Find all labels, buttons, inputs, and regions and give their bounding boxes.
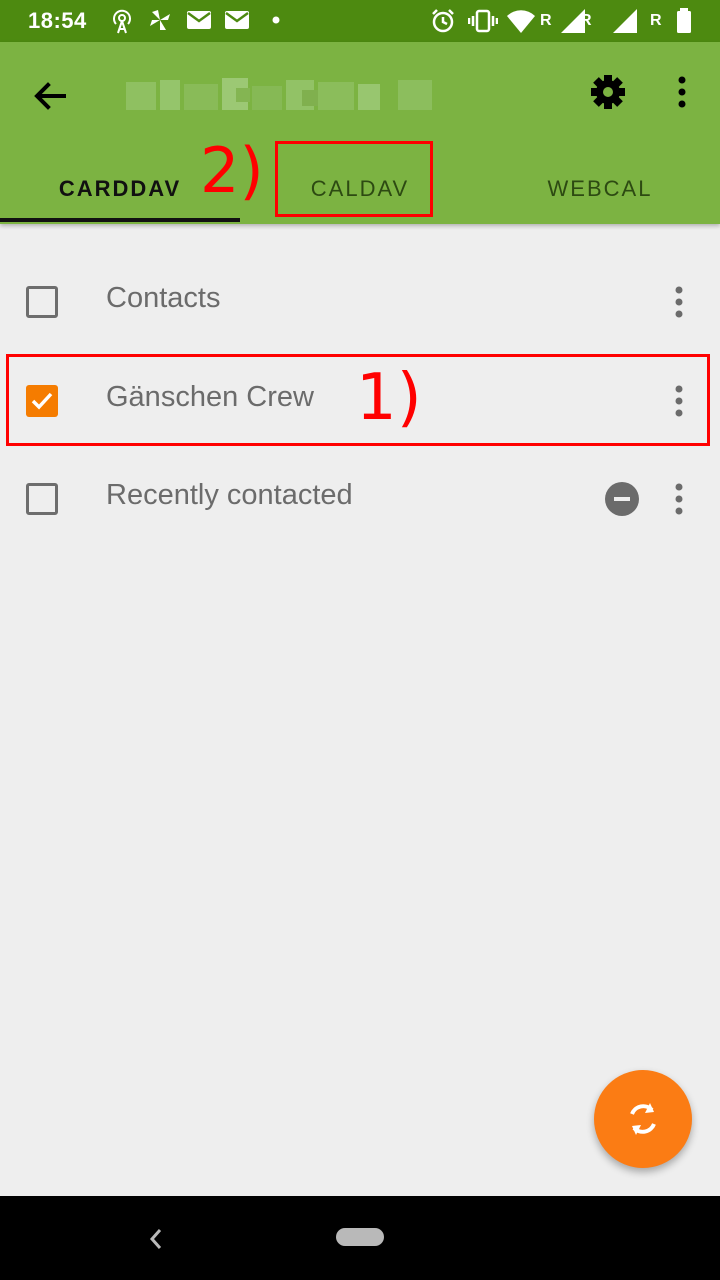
pixelated-account-name	[126, 78, 432, 110]
roaming-indicator: R	[580, 12, 592, 29]
tab-webcal[interactable]: WEBCAL	[480, 154, 720, 224]
gear-icon[interactable]	[586, 70, 630, 114]
list-item-label: Contacts	[106, 282, 221, 314]
battery-icon	[677, 8, 691, 33]
pinwheel-icon	[150, 10, 170, 30]
mail-icon	[225, 11, 249, 29]
list-item[interactable]: Recently contacted	[0, 451, 720, 547]
alarm-icon	[432, 9, 454, 33]
roaming-indicator: R	[650, 12, 662, 29]
remove-circle-icon[interactable]	[604, 481, 640, 517]
vibrate-icon	[468, 9, 498, 33]
wifi-icon	[507, 10, 535, 33]
list-item-label: Recently contacted	[106, 479, 353, 511]
roaming-indicator: R	[540, 12, 552, 29]
tab-indicator	[0, 218, 240, 222]
signal-icon	[613, 9, 637, 33]
more-vert-icon[interactable]	[664, 477, 694, 521]
annotation-box-caldav	[275, 141, 433, 217]
nav-home-pill[interactable]	[336, 1228, 384, 1246]
list-item[interactable]: Contacts	[0, 254, 720, 350]
status-bar: 18:54 R R R	[0, 0, 720, 42]
checkbox[interactable]	[26, 286, 58, 318]
more-vert-icon[interactable]	[664, 280, 694, 324]
mail-icon	[187, 11, 211, 29]
checkbox[interactable]	[26, 483, 58, 515]
sync-icon	[630, 1103, 656, 1135]
arrow-back-icon[interactable]	[26, 72, 74, 120]
more-vert-icon[interactable]	[666, 70, 698, 114]
annotation-label-2: 2)	[200, 134, 264, 207]
status-time: 18:54	[28, 8, 87, 33]
navigation-bar	[0, 1196, 720, 1280]
hotspot-icon	[113, 9, 131, 34]
nav-back-icon[interactable]	[146, 1226, 166, 1252]
annotation-label-1: 1)	[356, 361, 422, 435]
dot-icon	[272, 16, 280, 24]
sync-button[interactable]	[594, 1070, 692, 1168]
